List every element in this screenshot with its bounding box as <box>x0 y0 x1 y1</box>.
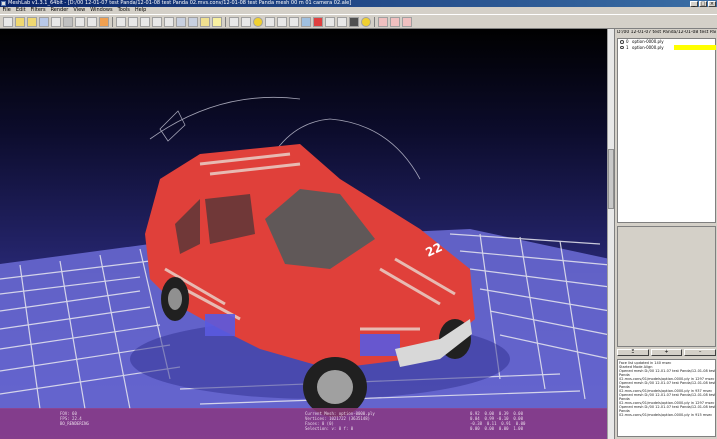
info-icon[interactable] <box>361 17 371 27</box>
layer-name: option-0000.ply <box>632 44 664 50</box>
log-line: 02.mvs.conv/01/models/option-0000.ply in… <box>619 413 713 417</box>
toolbar <box>0 14 717 29</box>
menu-edit[interactable]: Edit <box>13 7 28 14</box>
cut-icon[interactable] <box>337 17 347 27</box>
wireframe-icon[interactable] <box>140 17 150 27</box>
render-icon[interactable] <box>349 17 359 27</box>
snapshot-icon[interactable] <box>51 17 61 27</box>
close-button[interactable]: × <box>708 0 716 7</box>
transform-matrix: 0.92 0.00 0.39 0.00 0.04 0.99 -0.10 0.00… <box>470 411 526 431</box>
paint-icon[interactable] <box>277 17 287 27</box>
brush-icon[interactable] <box>289 17 299 27</box>
smooth-shading-icon[interactable] <box>188 17 198 27</box>
menu-filters[interactable]: Filters <box>28 7 48 14</box>
measure-icon[interactable] <box>265 17 275 27</box>
select-faces-icon[interactable] <box>229 17 239 27</box>
points-icon[interactable] <box>128 17 138 27</box>
meshlab-app-icon <box>1 1 6 6</box>
bbox-icon[interactable] <box>116 17 126 27</box>
flat-lines-icon[interactable] <box>164 17 174 27</box>
reload-icon[interactable] <box>87 17 97 27</box>
layer-properties-panel <box>617 226 716 347</box>
raster-icon[interactable] <box>325 17 335 27</box>
camera-icon[interactable] <box>99 17 109 27</box>
title-bar: MeshLab v1.3.1_64bit - [D:/00 12-01-07 t… <box>0 0 717 7</box>
scene-render: 22 <box>0 96 611 417</box>
new-project-icon[interactable] <box>3 17 13 27</box>
texture-icon[interactable] <box>200 17 210 27</box>
import-mesh-icon[interactable] <box>27 17 37 27</box>
project-title: D:/00 12-01-07 test Panda/12-01-08 test … <box>617 30 716 35</box>
flat-shading-icon[interactable] <box>176 17 186 27</box>
save-icon[interactable] <box>39 17 49 27</box>
meshlab-window: MeshLab v1.3.1_64bit - [D:/00 12-01-07 t… <box>0 0 717 439</box>
menu-help[interactable]: Help <box>132 7 148 14</box>
selection-highlight <box>674 45 716 50</box>
delete-selection-icon[interactable] <box>402 17 412 27</box>
render-info: FOV: 60 FPS: 22.4 BO_RENDERING <box>60 411 89 426</box>
remove-layer-button[interactable]: – <box>684 349 717 356</box>
toolbar-separator <box>112 17 113 27</box>
pick-points-icon[interactable] <box>301 17 311 27</box>
export-icon[interactable] <box>75 17 85 27</box>
layer-dialog: D:/00 12-01-07 test Panda/12-01-08 test … <box>614 29 717 439</box>
layer-name: option-0000.ply <box>632 39 664 44</box>
viewport-scrollbar[interactable] <box>607 29 614 439</box>
layer-list[interactable]: 0 option-0000.ply 1 option-0000.ply <box>617 38 716 223</box>
log-line: Opened mesh D:/00 12-01-07 test Panda/12… <box>619 393 716 397</box>
mesh-info: Current Mesh: option-0000.ply Vertices: … <box>305 411 375 431</box>
menu-file[interactable]: File <box>0 7 13 14</box>
layer-buttons: Ξ + – <box>617 349 717 357</box>
menu-tools[interactable]: Tools <box>115 7 132 14</box>
maximize-button[interactable]: □ <box>699 0 707 7</box>
menu-view[interactable]: View <box>71 7 88 14</box>
toolbar-separator <box>225 17 226 27</box>
toolbar-separator <box>374 17 375 27</box>
visibility-eye-icon[interactable] <box>620 45 624 49</box>
select-vertices-icon[interactable] <box>241 17 251 27</box>
delete-faces-icon[interactable] <box>378 17 388 27</box>
log-line: Opened mesh D:/00 12-01-07 test Panda/12… <box>619 369 716 373</box>
log-window[interactable]: Face list updated in 140 msec Started Mod… <box>617 359 716 437</box>
delete-vertices-icon[interactable] <box>390 17 400 27</box>
log-line: Opened mesh D:/00 12-01-07 test Panda/12… <box>619 381 716 385</box>
menu-windows[interactable]: Windows <box>88 7 115 14</box>
menu-bar: File Edit Filters Render View Windows To… <box>0 7 717 14</box>
3d-viewport[interactable]: 22 FOV: 60 FPS: 22.4 BO_RENDERING Curren… <box>0 29 614 439</box>
layer-menu-button[interactable]: Ξ <box>617 349 649 356</box>
info-overlay: FOV: 60 FPS: 22.4 BO_RENDERING Current M… <box>0 408 614 439</box>
minimize-button[interactable]: _ <box>690 0 698 7</box>
window-title: MeshLab v1.3.1_64bit - [D:/00 12-01-07 t… <box>8 0 352 6</box>
lighting-icon[interactable] <box>212 17 222 27</box>
layer-index: 1 <box>626 44 629 50</box>
align-icon[interactable] <box>253 17 263 27</box>
open-project-icon[interactable] <box>15 17 25 27</box>
visibility-eye-icon[interactable] <box>620 40 624 44</box>
menu-render[interactable]: Render <box>48 7 71 14</box>
color-icon[interactable] <box>313 17 323 27</box>
undo-icon[interactable] <box>63 17 73 27</box>
add-layer-button[interactable]: + <box>650 349 683 356</box>
log-line: Opened mesh D:/00 12-01-07 test Panda/12… <box>619 405 716 409</box>
hidden-lines-icon[interactable] <box>152 17 162 27</box>
layer-row-selected[interactable]: 1 option-0000.ply <box>618 44 716 51</box>
